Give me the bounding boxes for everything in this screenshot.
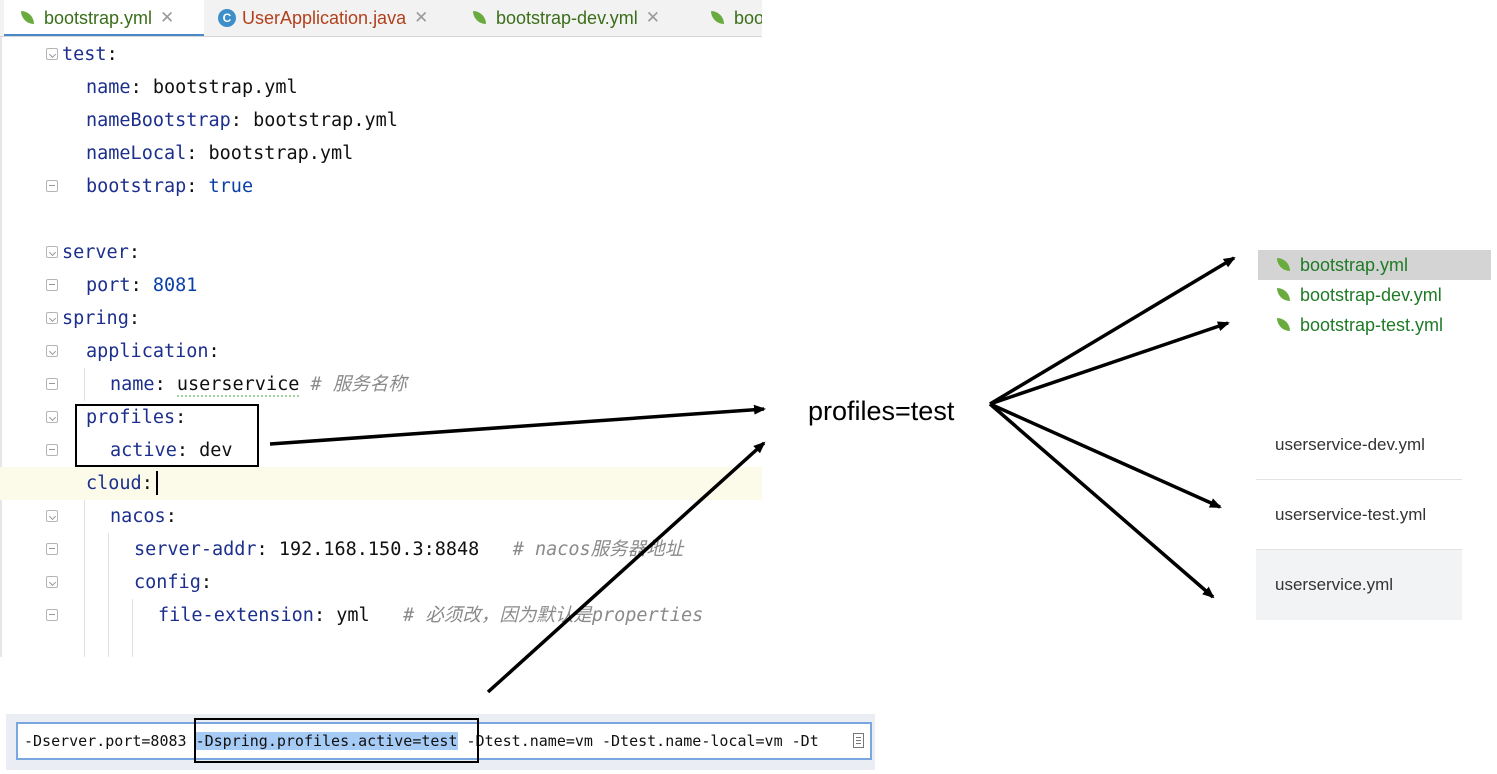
arrow-to-userservice-test [989,402,1222,509]
arrow-vm-to-label [486,441,766,694]
arrow-profiles-to-label [269,404,766,446]
arrow-to-bootstrap [989,256,1236,406]
annotation-arrows [269,256,1236,694]
arrow-to-bootstrap-test [989,321,1230,406]
arrow-to-userservice [988,402,1215,599]
